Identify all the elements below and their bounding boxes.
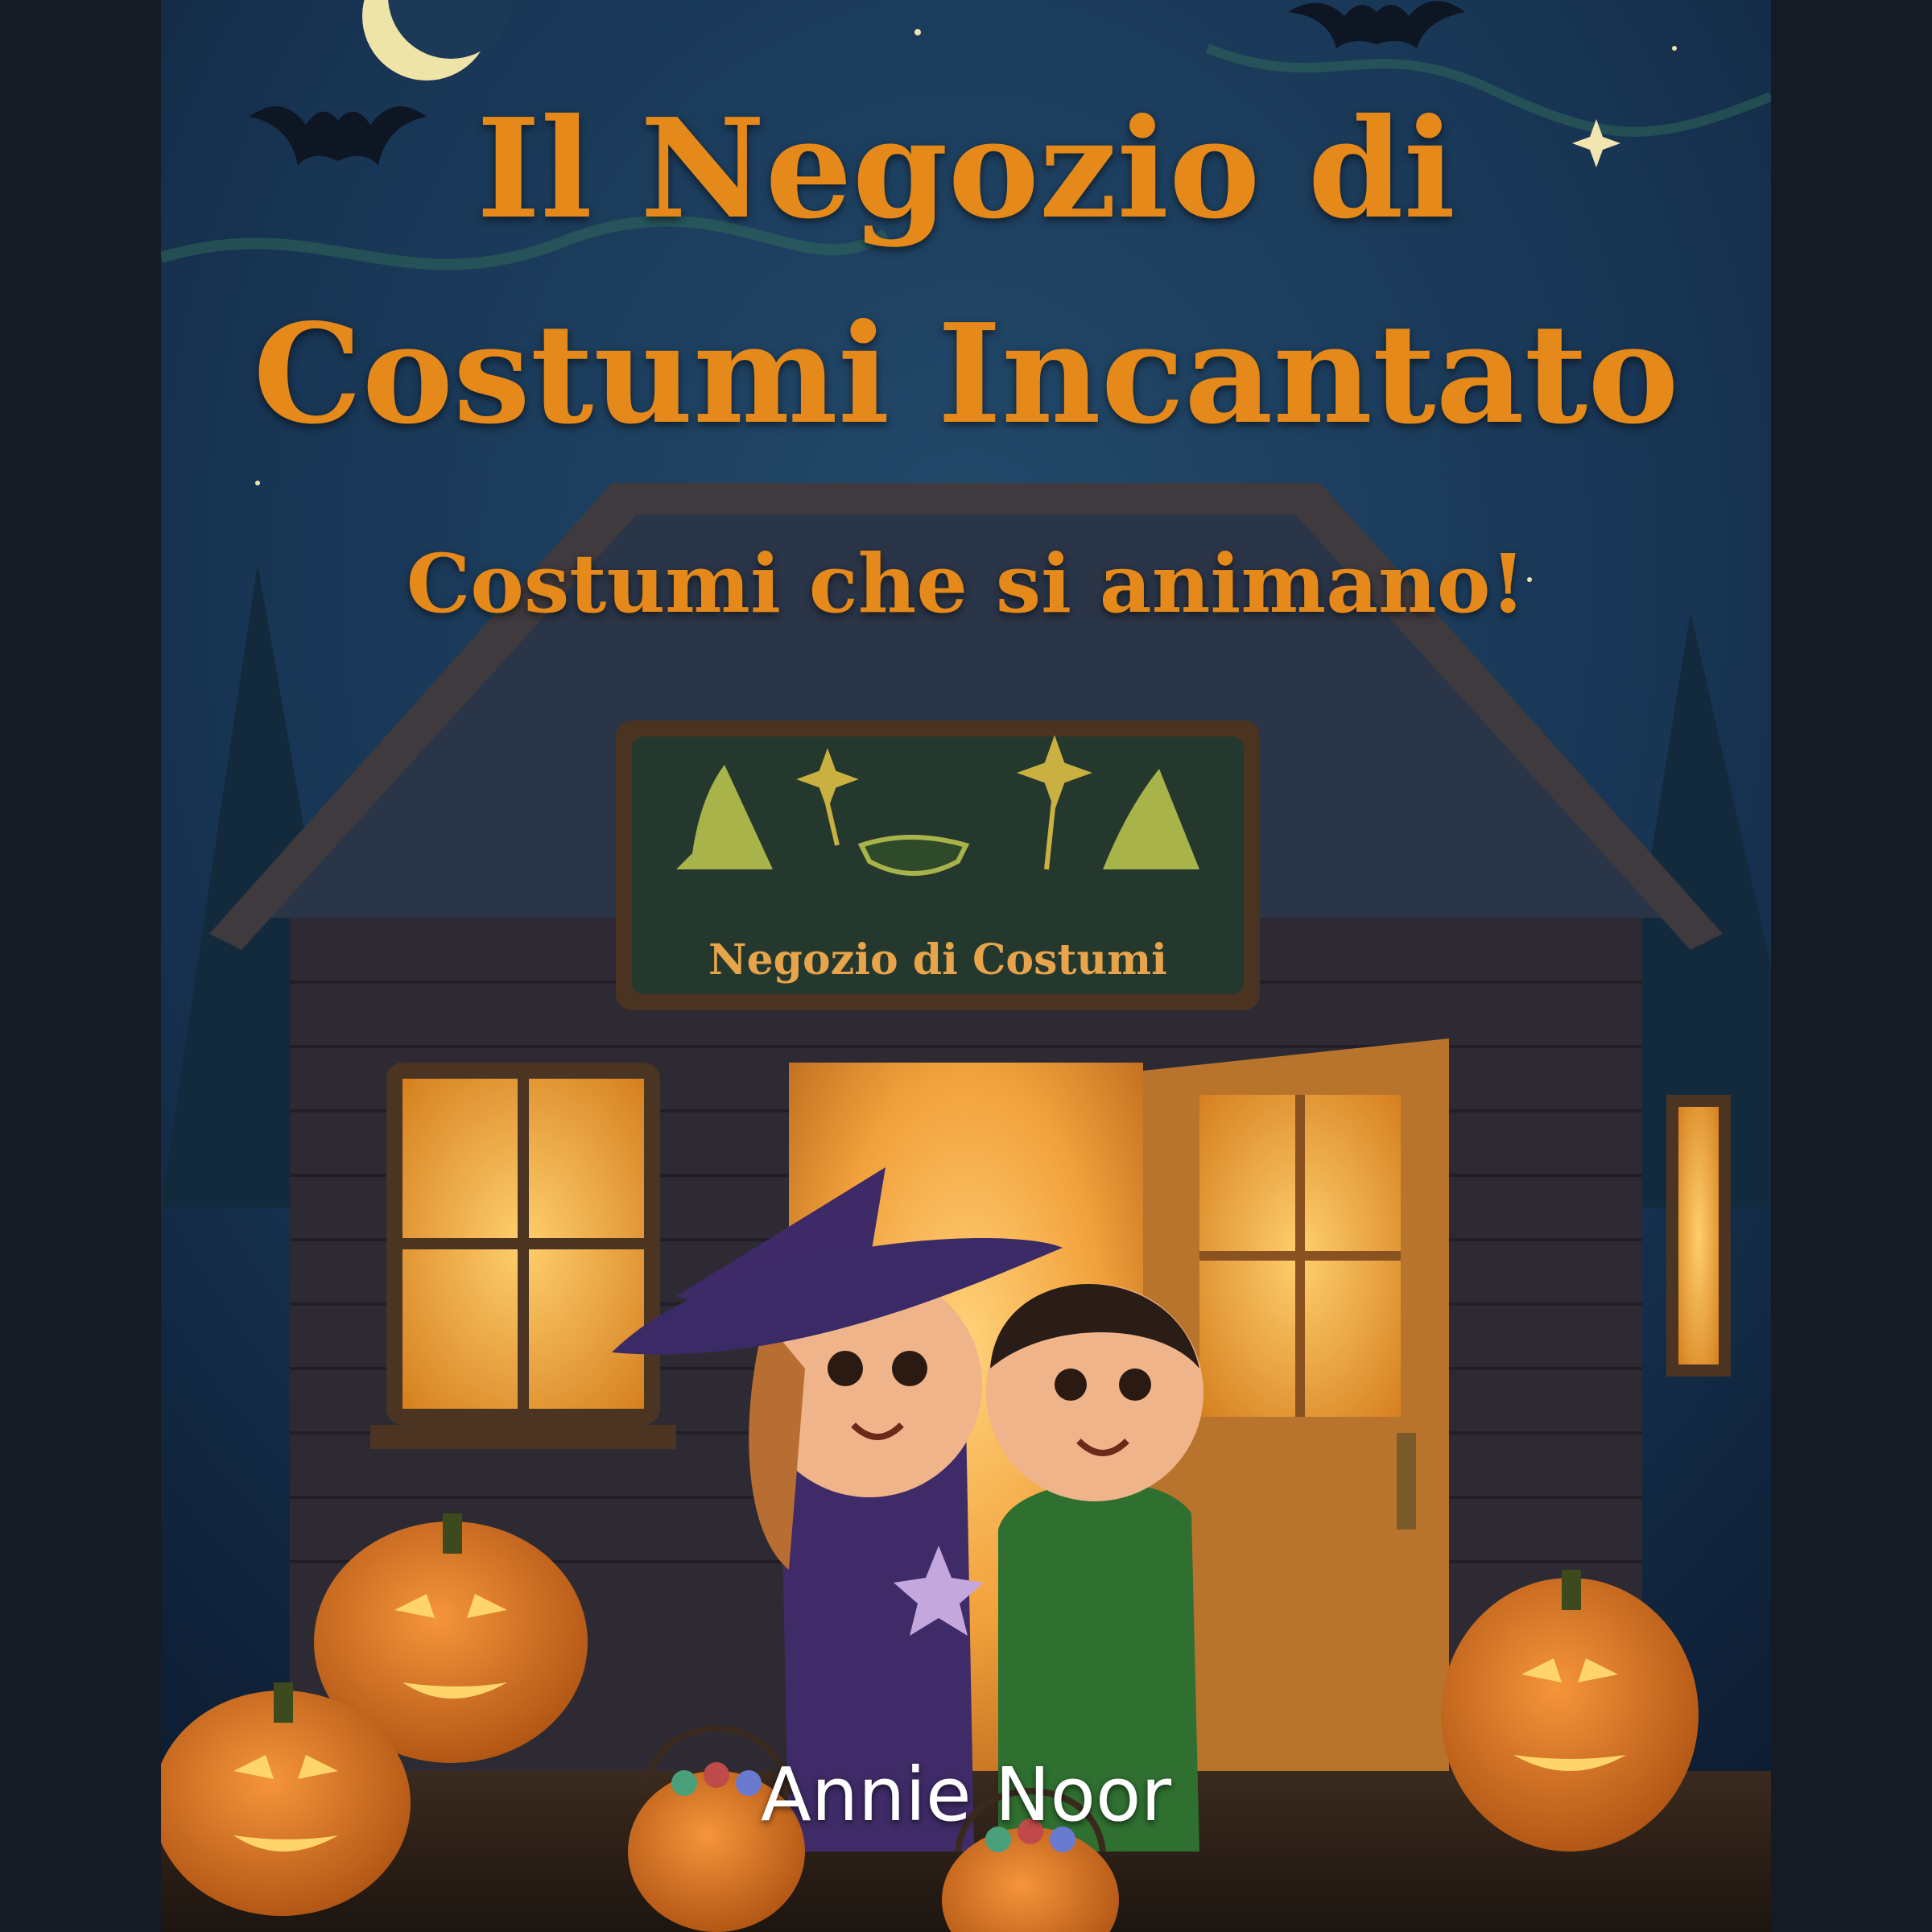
book-title-line-1: Il Negozio di bbox=[476, 89, 1456, 250]
shop-sign: Negozio di Costumi bbox=[616, 720, 1260, 1010]
book-cover-page: Negozio di Costumi Il Negozio di Costumi… bbox=[0, 0, 1932, 1932]
shop-sign-text: Negozio di Costumi bbox=[708, 935, 1167, 985]
book-title-line-2: Costumi Incantato bbox=[253, 294, 1679, 455]
door-handle bbox=[1397, 1433, 1416, 1530]
book-subtitle: Costumi che si animano! bbox=[406, 536, 1526, 631]
shop-window-right bbox=[1666, 1095, 1731, 1377]
shop-window-left bbox=[370, 1063, 676, 1449]
author-name: Annie Noor bbox=[760, 1752, 1172, 1838]
